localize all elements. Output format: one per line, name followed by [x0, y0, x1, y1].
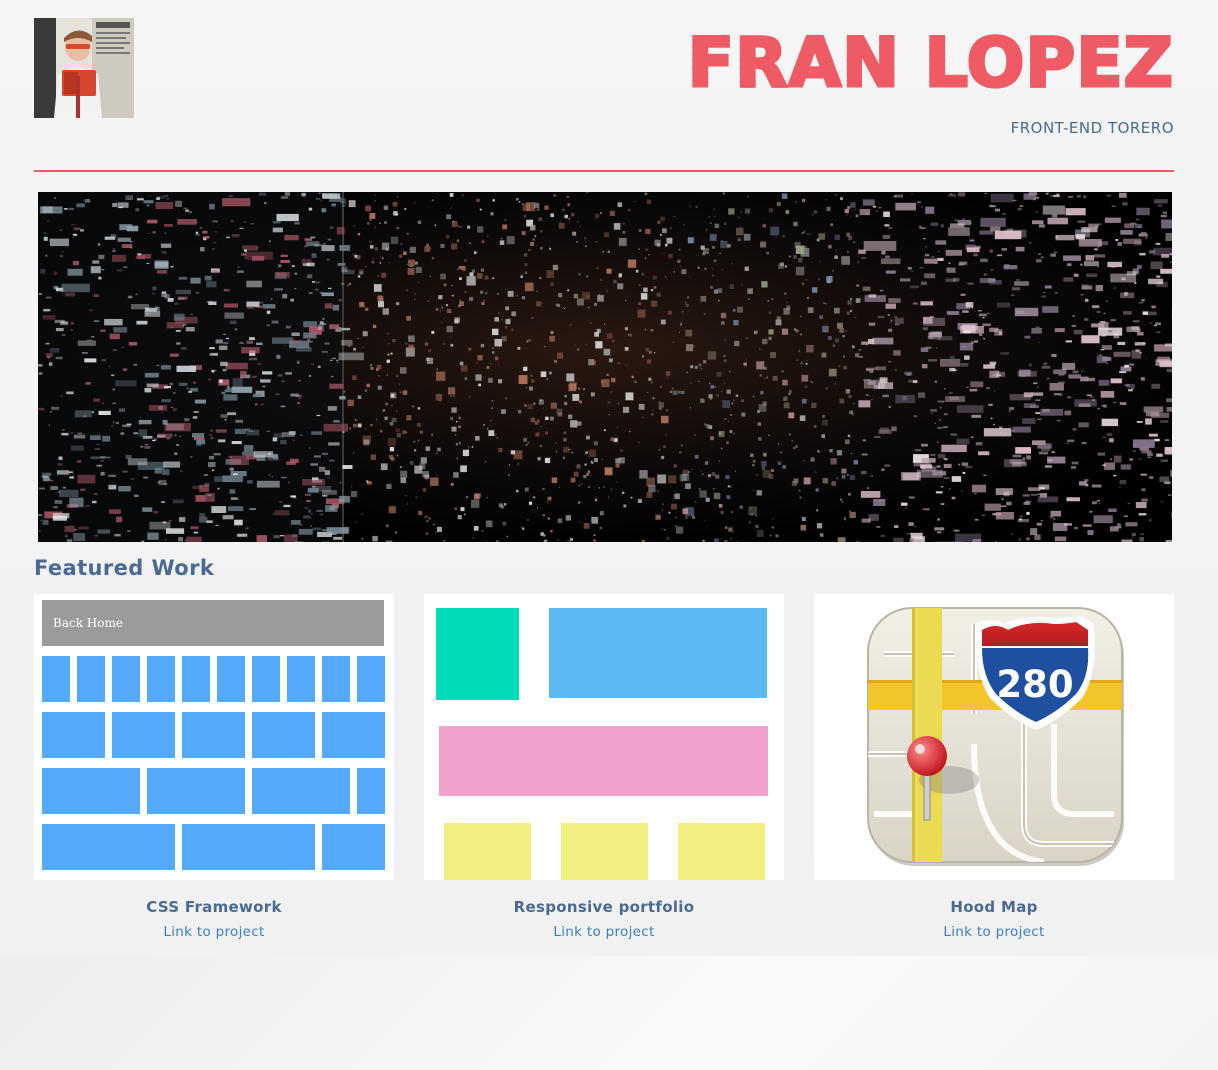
- tagline: FRONT-END TORERO: [1010, 119, 1174, 137]
- site-title: FRAN LOPEZ: [686, 23, 1174, 105]
- project-title: Hood Map: [950, 898, 1038, 916]
- featured-work-heading: Featured Work: [34, 556, 215, 580]
- project-card-responsive-portfolio: Responsive portfolio Link to project: [424, 594, 784, 940]
- project-card-hood-map: 280 Hood Map Link to project: [814, 594, 1174, 940]
- project-link[interactable]: Link to project: [424, 924, 784, 940]
- avatar: [34, 18, 134, 118]
- project-title: Responsive portfolio: [513, 898, 695, 916]
- project-thumbnail[interactable]: Back Home: [34, 594, 394, 880]
- project-thumbnail[interactable]: 280: [814, 594, 1174, 880]
- project-link[interactable]: Link to project: [34, 924, 394, 940]
- hero-image: [38, 192, 1172, 542]
- maps-app-icon: 280: [867, 607, 1124, 866]
- highway-badge-number: 280: [996, 663, 1073, 706]
- project-title: CSS Framework: [146, 898, 282, 916]
- project-card-css-framework: Back Home CSS Framework Link to project: [34, 594, 394, 940]
- project-link[interactable]: Link to project: [814, 924, 1174, 940]
- project-thumbnail[interactable]: [424, 594, 784, 880]
- page-footer-area: [0, 956, 1218, 1070]
- thumb-back-home-bar: Back Home: [42, 600, 384, 646]
- header-divider: [34, 170, 1174, 172]
